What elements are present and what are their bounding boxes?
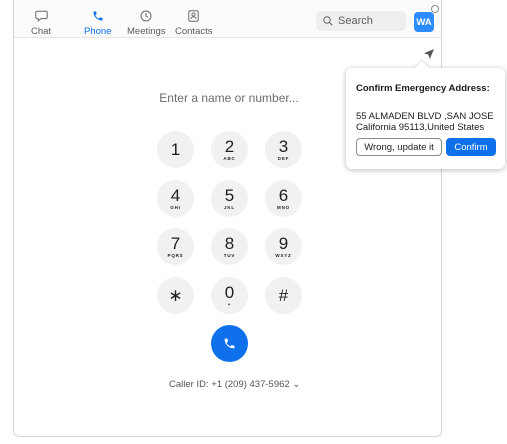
key-4[interactable]: 4 GHI (157, 180, 194, 217)
popup-buttons: Wrong, update it Confirm (356, 138, 496, 156)
key-digit: ∗ (168, 286, 183, 305)
wrong-update-button[interactable]: Wrong, update it (356, 138, 442, 156)
top-navigation-bar: Chat Phone Meetings Contacts Search WA (14, 0, 441, 38)
key-digit: 4 (170, 185, 181, 205)
key-digit: 1 (170, 140, 181, 159)
key-0[interactable]: 0 + (211, 277, 248, 314)
key-hash[interactable]: # (265, 277, 302, 314)
phone-icon (92, 9, 104, 23)
tab-contacts[interactable]: Contacts (175, 9, 213, 37)
tab-phone[interactable]: Phone (84, 9, 111, 37)
key-letters: JKL (224, 204, 235, 210)
key-letters: GHI (170, 204, 181, 210)
key-6[interactable]: 6 MNO (265, 180, 302, 217)
key-9[interactable]: 9 WXYZ (265, 228, 302, 265)
key-digit: 8 (224, 233, 235, 253)
location-arrow-icon[interactable] (423, 48, 435, 60)
key-3[interactable]: 3 DEF (265, 131, 302, 168)
key-letters: TUV (223, 252, 236, 258)
key-letters: WXYZ (275, 252, 292, 258)
search-box[interactable]: Search (316, 11, 406, 31)
tab-chat[interactable]: Chat (31, 9, 51, 37)
chat-bubble-icon (34, 9, 48, 23)
key-digit: 9 (278, 233, 289, 253)
tab-meetings[interactable]: Meetings (127, 9, 166, 37)
popup-title: Confirm Emergency Address: (356, 83, 490, 94)
contact-card-icon (188, 9, 199, 23)
clock-icon (140, 9, 152, 23)
key-letters: DEF (277, 155, 290, 161)
key-7[interactable]: 7 PQRS (157, 228, 194, 265)
key-5[interactable]: 5 JKL (211, 180, 248, 217)
tab-chat-label: Chat (31, 26, 52, 37)
address-line-2: California 95113,United States (356, 122, 485, 133)
call-button[interactable] (211, 325, 248, 362)
search-label: Search (338, 15, 373, 27)
caller-id-text: Caller ID: +1 (209) 437-5962 (169, 379, 290, 390)
key-letters: ABC (223, 155, 236, 161)
tab-meetings-label: Meetings (127, 26, 166, 37)
emergency-address-popup: Confirm Emergency Address: 55 ALMADEN BL… (346, 60, 505, 169)
number-input[interactable] (114, 88, 344, 108)
phone-icon (224, 338, 235, 349)
key-8[interactable]: 8 TUV (211, 228, 248, 265)
avatar-status-icon (431, 5, 439, 13)
key-letters: MNO (277, 204, 290, 210)
key-digit: 7 (170, 233, 181, 253)
key-digit: # (278, 286, 289, 305)
key-letters: + (227, 301, 232, 307)
key-digit: 3 (278, 136, 289, 156)
key-letters: PQRS (167, 252, 184, 258)
tab-contacts-label: Contacts (175, 26, 213, 37)
zoom-phone-window: Chat Phone Meetings Contacts Search WA E… (13, 0, 442, 437)
emergency-address: 55 ALMADEN BLVD ,SAN JOSE California 951… (356, 111, 495, 133)
key-digit: 6 (278, 185, 289, 205)
caller-id-selector[interactable]: Caller ID: +1 (209) 437-5962 ⌄ (169, 379, 300, 390)
key-digit: 2 (224, 136, 235, 156)
key-digit: 5 (224, 185, 235, 205)
address-line-1: 55 ALMADEN BLVD ,SAN JOSE (356, 111, 494, 122)
key-star[interactable]: ∗ (157, 277, 194, 314)
key-2[interactable]: 2 ABC (211, 131, 248, 168)
key-digit: 0 (224, 282, 235, 302)
avatar[interactable]: WA (414, 12, 434, 32)
chevron-down-icon: ⌄ (292, 379, 301, 390)
confirm-button[interactable]: Confirm (446, 138, 496, 156)
key-1[interactable]: 1 (157, 131, 194, 168)
search-icon (323, 16, 333, 26)
tab-phone-label: Phone (84, 26, 112, 37)
